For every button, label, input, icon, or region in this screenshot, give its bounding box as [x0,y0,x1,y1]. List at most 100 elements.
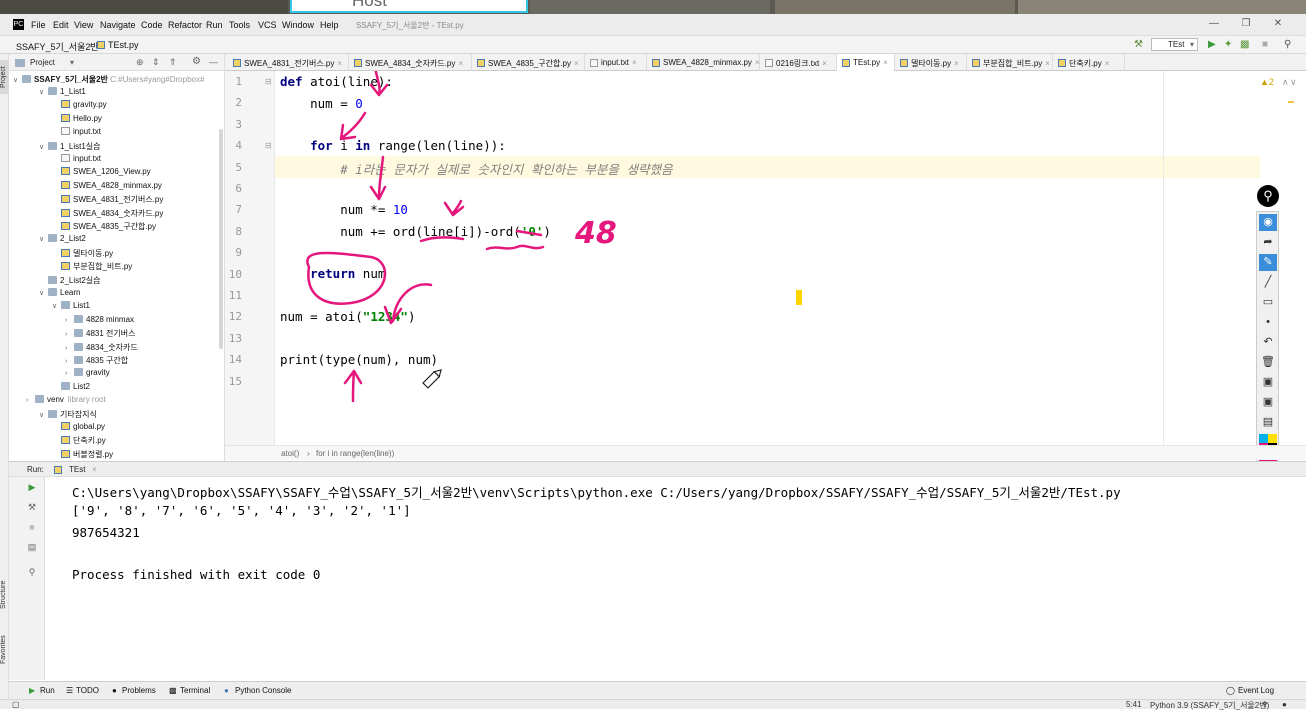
editor-tab[interactable]: 부분집합_비트.py × [967,54,1053,71]
layout-icon[interactable]: ▢ [12,700,20,709]
minimize-icon[interactable]: — [1204,18,1224,30]
tree-file[interactable]: 단축키.py [52,435,106,448]
hide-panel-icon[interactable]: — [209,57,218,67]
structure-tool-tab[interactable]: Structure [0,574,9,616]
chevron-right-icon[interactable]: › [65,358,74,365]
editor-tab[interactable]: SWEA_4834_숫자카드.py × [349,54,472,71]
close-icon[interactable]: × [755,58,760,67]
menu-window[interactable]: Window [282,20,314,30]
editor-tab[interactable]: 단축키.py × [1053,54,1125,71]
chevron-down-icon[interactable]: ∨ [39,88,48,96]
cursor-icon[interactable]: ➦ [1259,234,1277,251]
collapse-all-icon[interactable]: ⇑ [169,57,177,68]
debug-icon[interactable]: ✦ [1224,39,1232,50]
close-icon[interactable]: × [92,465,97,474]
menu-code[interactable]: Code [141,20,163,30]
layout-icon[interactable]: ▤ [25,542,39,555]
restore-icon[interactable]: ❐ [1236,18,1256,30]
interpreter[interactable]: Python 3.9 (SSAFY_5기_서울2반) [1150,700,1269,711]
bottom-tab-problems[interactable]: Problems [122,686,156,695]
tree-file[interactable]: input.txt [52,127,101,140]
bottom-tab-terminal[interactable]: Terminal [180,686,210,695]
editor-tab[interactable]: SWEA_4831_전기버스.py × [228,54,349,71]
code-line-14[interactable]: print(type(num), num) [280,352,438,367]
wrench-icon[interactable]: ⚒ [25,502,39,515]
tree-file[interactable]: SWEA_4828_minmax.py [52,180,162,194]
editor-tab[interactable]: 0216링크.txt × [760,54,837,71]
chevron-right-icon[interactable]: › [65,317,74,324]
nav-file[interactable]: TEst.py [108,40,139,50]
fold-marker-icon[interactable]: ⊟ [265,141,272,150]
fold-marker-icon[interactable]: ⊟ [265,77,272,86]
close-icon[interactable]: × [954,59,959,68]
chevron-down-icon[interactable]: ∨ [39,235,48,243]
expand-all-icon[interactable]: ⇕ [152,57,160,68]
tree-file[interactable]: SWEA_4835_구간합.py [52,221,156,234]
tree-file[interactable]: 델타이동.py [52,248,113,261]
tree-folder[interactable]: ∨ 기타잡지식 [39,409,97,422]
notifications-icon[interactable]: ● [1282,700,1287,709]
chevron-down-icon[interactable]: ∨ [39,411,48,419]
project-root[interactable]: ∨ SSAFY_5기_서울2반 C:#Users#yang#Dropbox# [13,74,204,87]
clipboard-icon[interactable]: ▤ [1259,414,1277,431]
close-icon[interactable]: ✕ [1268,18,1288,30]
tree-file[interactable]: 부분집합_비트.py [52,261,132,274]
trash-icon[interactable]: 🗑 [1259,354,1277,371]
chevron-right-icon[interactable]: › [65,331,74,338]
run-tab[interactable]: TEst [69,465,85,474]
code-line-8[interactable]: num += ord(line[i])-ord('0') [280,224,551,239]
editor-tab[interactable]: input.txt × [585,54,647,71]
tree-folder[interactable]: › venv library root [26,395,106,408]
code-line-10[interactable]: return num [280,266,385,281]
menu-view[interactable]: View [74,20,93,30]
code-line-4[interactable]: for i in range(len(line)): [280,138,506,153]
cursor-position[interactable]: 5:41 [1126,700,1142,709]
bottom-tab-run[interactable]: Run [40,686,55,695]
lock-icon[interactable]: ⚴ [1262,700,1268,709]
editor-tab[interactable]: TEst.py × [837,54,895,71]
bottom-tab-python-console[interactable]: Python Console [235,686,291,695]
pen-icon[interactable]: ✎ [1259,254,1277,271]
menu-navigate[interactable]: Navigate [100,20,136,30]
breadcrumb-loop[interactable]: for i in range(len(line)) [316,449,394,458]
eraser-icon[interactable]: ▭ [1259,294,1277,311]
code-editor[interactable]: 1 2 3 4 5 6 7 8 9 10 11 12 13 14 15 ⊟ ⊟ def atoi(line): … [225,71,1260,445]
chevron-down-icon[interactable]: ∨ [39,143,48,151]
tree-file[interactable]: SWEA_4831_전기버스.py [52,194,163,207]
color-swatch-cyan[interactable] [1259,434,1268,443]
tree-folder[interactable]: › 4828 minmax [65,314,134,328]
code-line-12[interactable]: num = atoi("1234") [280,309,415,324]
close-icon[interactable]: × [883,58,888,67]
menu-refactor[interactable]: Refactor [168,20,202,30]
coverage-icon[interactable]: ▩ [1240,39,1249,50]
code-line-5[interactable]: # i라는 문자가 실제로 숫자인지 확인하는 부분을 생략했음 [280,159,672,178]
menu-help[interactable]: Help [320,20,339,30]
line-icon[interactable]: ╱ [1259,274,1277,291]
close-icon[interactable]: × [337,59,342,68]
locate-icon[interactable]: ⊕ [136,57,144,68]
undo-icon[interactable]: ↶ [1259,334,1277,351]
event-log[interactable]: Event Log [1238,686,1274,695]
tree-folder[interactable]: 2_List2실습 [39,275,101,288]
dot-icon[interactable]: • [1259,314,1277,331]
tree-folder[interactable]: › 4834_숫자카드 [65,342,138,355]
chevron-down-icon[interactable]: ∨ [39,289,48,297]
run-console[interactable]: C:\Users\yang\Dropbox\SSAFY\SSAFY_수업\SSA… [45,477,1306,680]
tree-folder[interactable]: › 4831 전기버스 [65,328,135,341]
run-icon[interactable]: ▶ [1208,39,1216,50]
gear-icon[interactable]: ⚙ [192,56,201,67]
stop-icon[interactable]: ■ [25,522,39,535]
stop-icon[interactable]: ■ [1262,39,1268,50]
tree-folder[interactable]: › 4835 구간합 [65,355,128,368]
editor-tab[interactable]: SWEA_4835_구간합.py × [472,54,585,71]
breadcrumb-function[interactable]: atoi() [281,449,299,458]
bottom-tab-todo[interactable]: TODO [76,686,99,695]
camera-icon[interactable]: ▣ [1259,394,1277,411]
project-tool-tab[interactable]: Project [0,60,9,94]
tree-folder[interactable]: ∨ 1_List1 [39,87,86,100]
close-icon[interactable]: × [574,59,579,68]
menu-vcs[interactable]: VCS [258,20,277,30]
menu-file[interactable]: File [31,20,46,30]
close-icon[interactable]: × [1105,59,1110,68]
close-icon[interactable]: × [632,58,637,67]
